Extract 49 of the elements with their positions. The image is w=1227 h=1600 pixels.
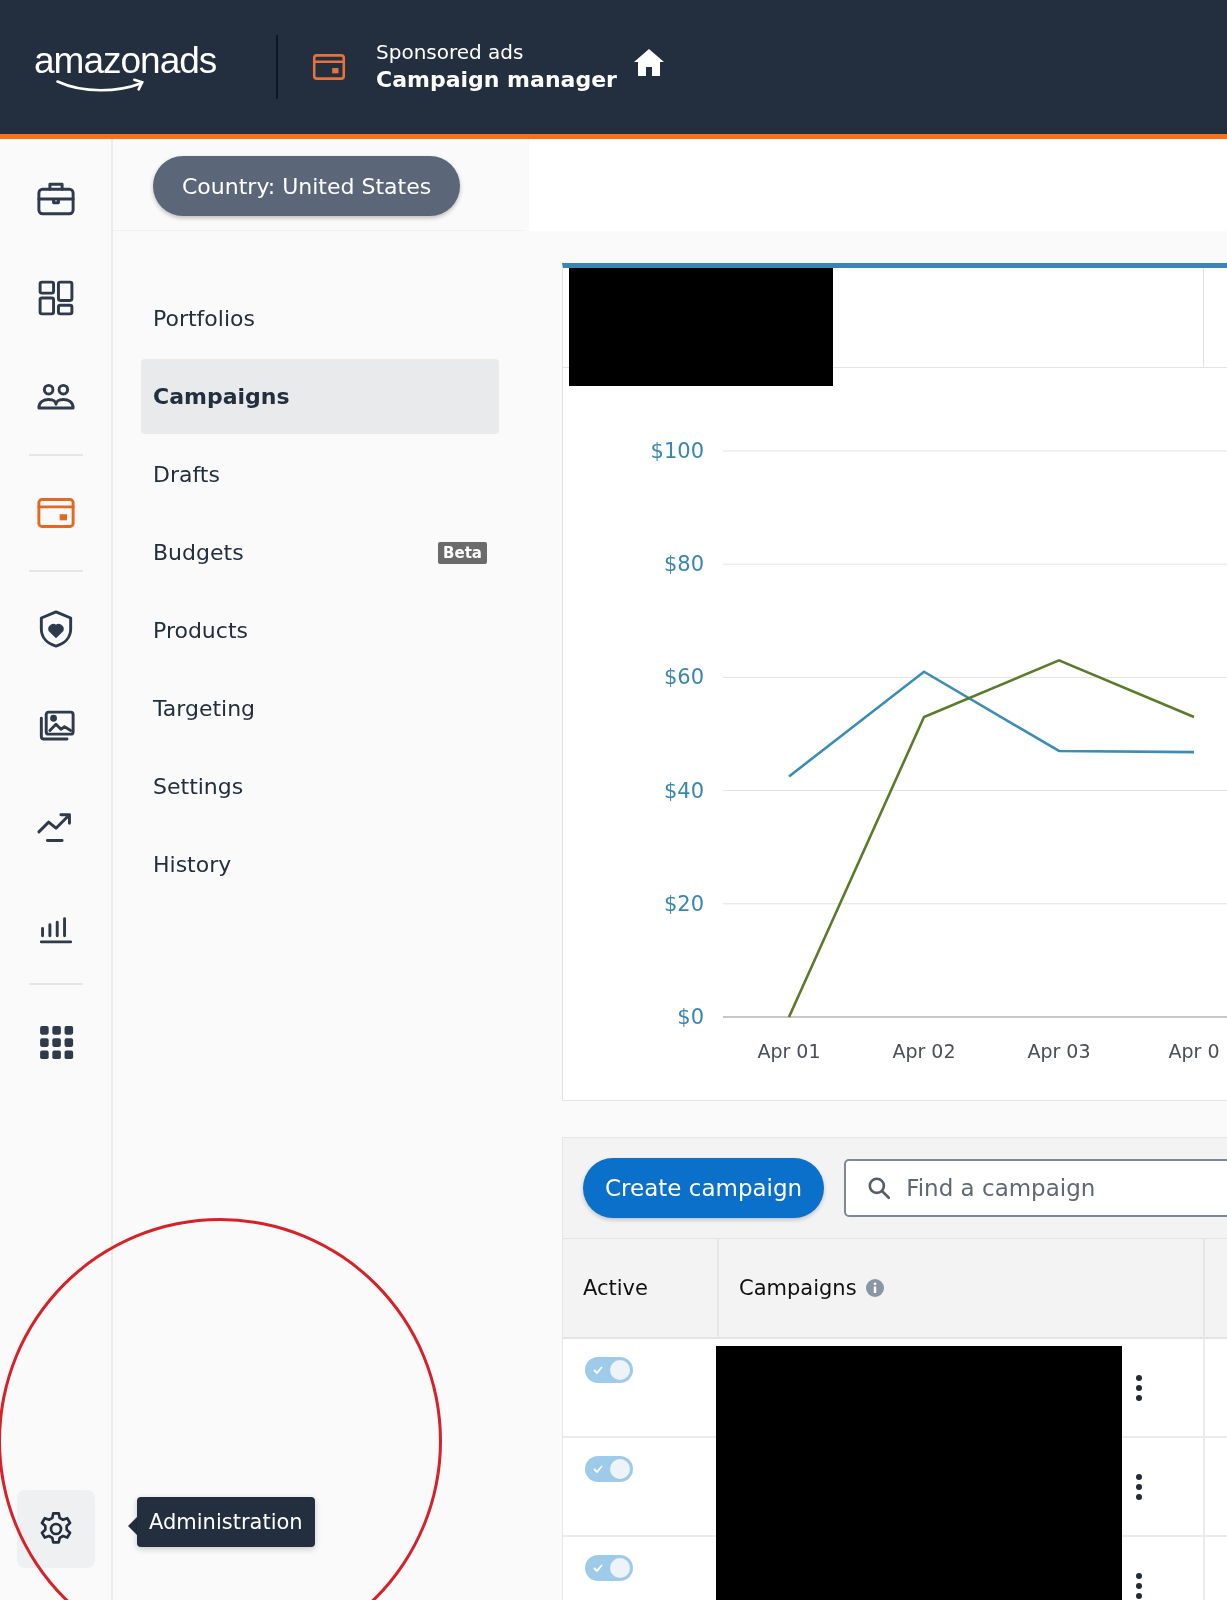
column-label: Campaigns [739, 1276, 857, 1300]
column-header[interactable]: Campaigns [719, 1239, 1205, 1337]
nav-item[interactable]: Settings [141, 749, 499, 824]
country-selector[interactable]: Country: United States [153, 156, 461, 216]
y-tick-label: $40 [663, 778, 704, 803]
check-icon [592, 1463, 604, 1475]
y-tick-label: $80 [663, 552, 704, 577]
y-tick-label: $60 [663, 665, 704, 690]
x-tick-label: Apr 03 [1027, 1040, 1091, 1062]
check-icon [592, 1562, 604, 1574]
nav-item[interactable]: Campaigns [141, 359, 499, 434]
active-toggle[interactable] [585, 1555, 633, 1581]
logo-text: amazonads [34, 42, 217, 80]
tooltip: Administration [137, 1497, 315, 1547]
nav-item[interactable]: Products [141, 593, 499, 668]
more-options-icon[interactable] [1135, 1571, 1143, 1600]
active-toggle[interactable] [585, 1456, 633, 1482]
nav-item[interactable]: Budgets Beta [141, 515, 499, 590]
nav-label: Products [153, 618, 248, 643]
nav-label: History [153, 852, 232, 877]
nav-label: Campaigns [153, 384, 290, 409]
y-tick-label: $0 [677, 1005, 704, 1029]
x-tick-label: Apr 01 [757, 1040, 821, 1062]
y-tick-label: $20 [663, 891, 704, 916]
nav-item[interactable]: Portfolios [141, 281, 499, 356]
nav-item[interactable]: Drafts [141, 437, 499, 512]
beta-badge: Beta [438, 541, 487, 564]
active-toggle[interactable] [585, 1357, 633, 1383]
settings-button[interactable] [16, 1490, 95, 1568]
nav-label: Settings [153, 774, 244, 799]
search-icon [866, 1175, 893, 1201]
nav-label: Portfolios [153, 306, 255, 331]
column-label: Active [583, 1276, 648, 1300]
search-field[interactable]: Find a campaign [844, 1159, 1227, 1217]
nav-label: Drafts [153, 462, 220, 487]
more-options-icon[interactable] [1135, 1373, 1143, 1402]
nav-label: Budgets [153, 540, 244, 565]
x-tick-label: Apr 02 [892, 1040, 956, 1062]
nav-item[interactable]: Targeting [141, 671, 499, 746]
check-icon [592, 1364, 604, 1376]
column-header[interactable]: Active [563, 1239, 719, 1337]
x-tick-label: Apr 0 [1168, 1040, 1220, 1062]
page-title: Campaign manager [376, 66, 617, 94]
create-campaign-button[interactable]: Create campaign [583, 1158, 825, 1218]
nav-item[interactable]: History [141, 827, 499, 902]
y-tick-label: $100 [650, 439, 704, 463]
product-line: Sponsored ads [376, 39, 525, 65]
more-options-icon[interactable] [1135, 1472, 1143, 1501]
nav-label: Targeting [153, 696, 256, 721]
